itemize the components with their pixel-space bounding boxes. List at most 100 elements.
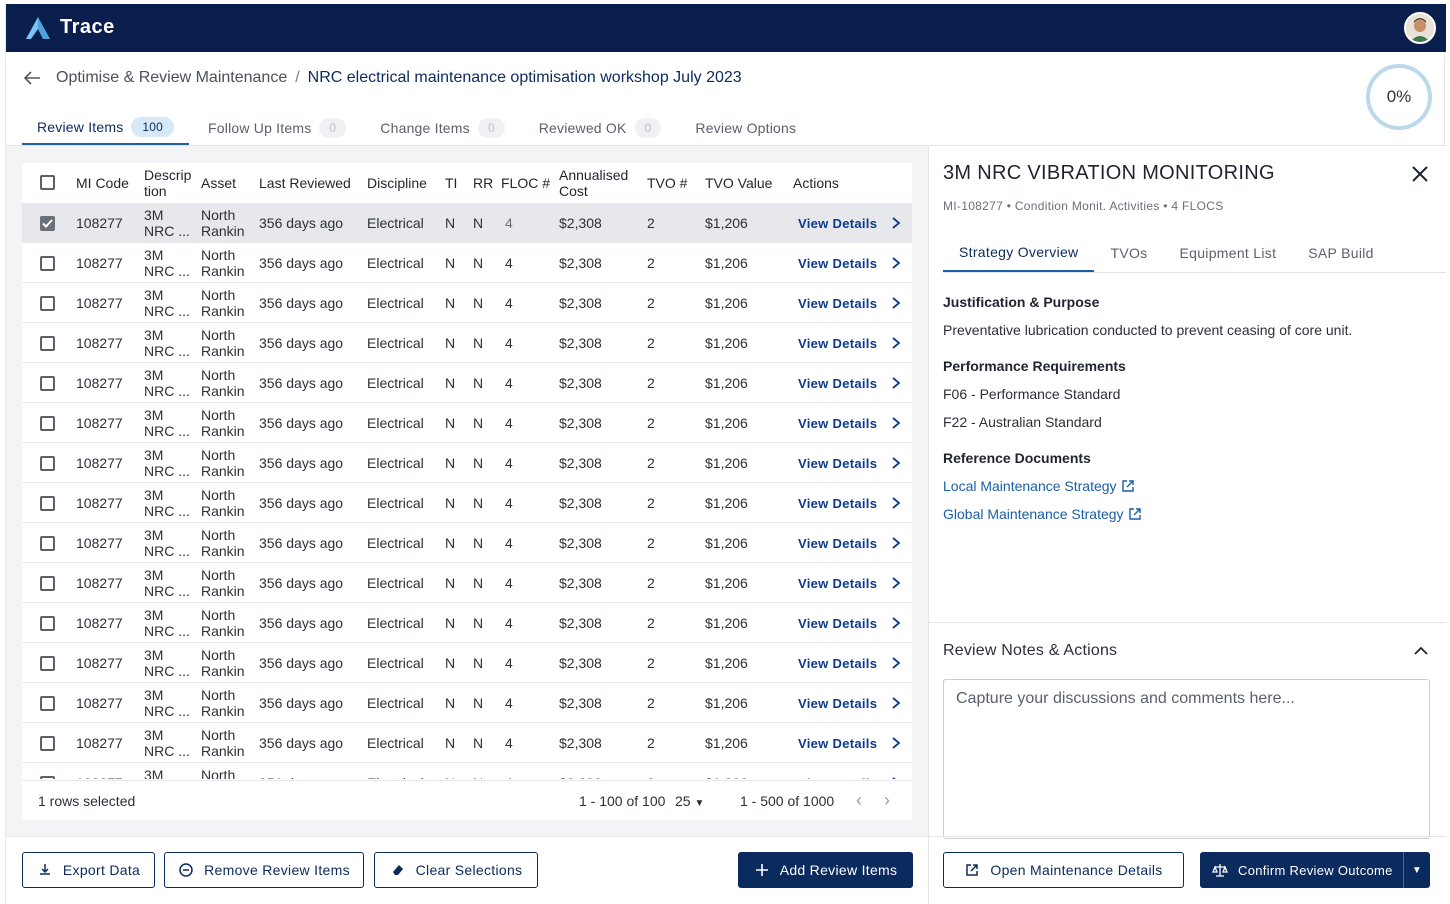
desc-line1: 3M [144, 447, 164, 463]
view-details-link[interactable]: View Details [798, 683, 901, 723]
row-checkbox[interactable] [40, 603, 55, 643]
view-details-link[interactable]: View Details [798, 723, 901, 763]
row-checkbox[interactable] [40, 483, 55, 523]
col-last-reviewed[interactable]: Last Reviewed [259, 175, 351, 191]
view-details-link[interactable]: View Details [798, 323, 901, 363]
review-items-table: MI Code Descrip tion Asset Last Reviewed… [22, 163, 912, 820]
cell-mi-code: 108277 [76, 495, 123, 511]
tab-strategy-overview[interactable]: Strategy Overview [943, 234, 1095, 272]
user-avatar[interactable] [1404, 12, 1436, 44]
col-asset[interactable]: Asset [201, 175, 236, 191]
col-ti[interactable]: TI [445, 175, 457, 191]
tab-review-options[interactable]: Review Options [680, 110, 811, 145]
table-row[interactable]: 108277 356 days ago Electrical N N 4 $2,308 2 $1… [22, 523, 912, 563]
view-details-link[interactable]: View Details [798, 403, 901, 443]
confirm-options-dropdown[interactable]: ▼ [1403, 852, 1430, 888]
local-strategy-link[interactable]: Local Maintenance Strategy [943, 478, 1135, 494]
tab-tvos[interactable]: TVOs [1094, 234, 1163, 272]
cell-cost: $2,308 [559, 655, 602, 671]
add-review-items-button[interactable]: Add Review Items [738, 852, 913, 888]
table-row[interactable]: 108277 356 days ago Electrical N N 4 $2,308 2 $1… [22, 443, 912, 483]
table-row[interactable]: 108277 356 days ago Electrical N N 4 $2,308 2 $1… [22, 283, 912, 323]
table-row[interactable]: 108277 356 days ago Electrical N N 4 $2,308 2 $1… [22, 603, 912, 643]
row-checkbox[interactable] [40, 363, 55, 403]
table-row[interactable]: 108277 356 days ago Electrical N N 4 $2,308 2 $1… [22, 323, 912, 363]
justification-heading: Justification & Purpose [943, 294, 1100, 310]
select-all-checkbox[interactable] [40, 175, 55, 190]
view-details-link[interactable]: View Details [798, 603, 901, 643]
tab-review-items[interactable]: Review Items 100 [22, 110, 190, 145]
view-details-link[interactable]: View Details [798, 283, 901, 323]
col-mi-code[interactable]: MI Code [76, 175, 129, 191]
rows-per-page-select[interactable]: 25 ▼ [675, 793, 704, 809]
confirm-review-outcome-button[interactable]: Confirm Review Outcome ▼ [1200, 852, 1430, 888]
app-logo[interactable]: Trace [26, 16, 115, 39]
next-page-icon[interactable]: › [884, 790, 890, 811]
table-row[interactable]: 108277 356 days ago Electrical N N 4 $2,308 2 $1… [22, 483, 912, 523]
row-checkbox[interactable] [40, 323, 55, 363]
view-details-link[interactable]: View Details [798, 203, 901, 243]
prev-page-icon[interactable]: ‹ [856, 790, 862, 811]
col-floc[interactable]: FLOC # [501, 175, 550, 191]
remove-review-items-button[interactable]: Remove Review Items [164, 852, 364, 888]
view-details-link[interactable]: View Details [798, 763, 901, 779]
export-data-button[interactable]: Export Data [22, 852, 155, 888]
asset-line2: Rankin [201, 583, 245, 599]
table-row[interactable]: 108277 356 days ago Electrical N N 4 $2,308 2 $1… [22, 243, 912, 283]
table-row[interactable]: 108277 356 days ago Electrical N N 4 $2,308 2 $1… [22, 723, 912, 763]
view-details-link[interactable]: View Details [798, 523, 901, 563]
table-row[interactable]: 108277 356 days ago Electrical N N 4 $2,308 2 $1… [22, 643, 912, 683]
row-checkbox[interactable] [40, 283, 55, 323]
page-range: 1 - 100 of 100 [579, 793, 666, 809]
breadcrumb-parent[interactable]: Optimise & Review Maintenance [56, 69, 287, 87]
table-row[interactable]: 108277 356 days ago Electrical N N 4 $2,308 2 $1… [22, 763, 912, 779]
breadcrumb-current: NRC electrical maintenance optimisation … [307, 69, 742, 86]
review-notes-input[interactable] [943, 679, 1430, 839]
view-details-link[interactable]: View Details [798, 443, 901, 483]
row-checkbox[interactable] [40, 563, 55, 603]
view-details-link[interactable]: View Details [798, 363, 901, 403]
cell-floc: 4 [505, 335, 513, 351]
col-rr[interactable]: RR [473, 175, 493, 191]
col-description[interactable]: Descrip tion [144, 167, 191, 199]
col-discipline[interactable]: Discipline [367, 175, 427, 191]
justification-text: Preventative lubrication conducted to pr… [943, 322, 1353, 338]
table-row[interactable]: 108277 356 days ago Electrical N N 4 $2,308 2 $1… [22, 683, 912, 723]
row-checkbox[interactable] [40, 243, 55, 283]
cell-cost: $2,308 [559, 535, 602, 551]
row-checkbox[interactable] [40, 763, 55, 779]
table-row[interactable]: 108277 356 days ago Electrical N N 4 $2,308 2 $1… [22, 563, 912, 603]
row-checkbox[interactable] [40, 443, 55, 483]
chevron-up-icon[interactable] [1412, 642, 1430, 660]
tab-change-items[interactable]: Change Items 0 [365, 110, 519, 145]
col-tvo-value[interactable]: TVO Value [705, 175, 772, 191]
detail-panel: 3M NRC VIBRATION MONITORING MI-108277 • … [929, 146, 1446, 904]
table-row[interactable]: 108277 356 days ago Electrical N N 4 $2,308 2 $1… [22, 203, 912, 243]
row-checkbox[interactable] [40, 643, 55, 683]
view-details-label: View Details [798, 415, 878, 431]
view-details-link[interactable]: View Details [798, 243, 901, 283]
tab-equipment-list[interactable]: Equipment List [1163, 234, 1292, 272]
table-row[interactable]: 108277 356 days ago Electrical N N 4 $2,308 2 $1… [22, 403, 912, 443]
row-checkbox[interactable] [40, 403, 55, 443]
view-details-link[interactable]: View Details [798, 563, 901, 603]
col-tvo-num[interactable]: TVO # [647, 175, 687, 191]
global-strategy-link[interactable]: Global Maintenance Strategy [943, 506, 1142, 522]
tab-sap-build[interactable]: SAP Build [1292, 234, 1389, 272]
back-arrow-icon[interactable] [22, 68, 42, 88]
open-maintenance-details-button[interactable]: Open Maintenance Details [943, 852, 1184, 888]
cell-asset: NorthRankin [201, 243, 245, 283]
row-checkbox[interactable] [40, 723, 55, 763]
row-checkbox[interactable] [40, 523, 55, 563]
cell-description: 3MNRC ... [144, 203, 190, 243]
tab-follow-up-items[interactable]: Follow Up Items 0 [193, 110, 361, 145]
col-annualised-cost[interactable]: Annualised Cost [559, 167, 628, 199]
close-icon[interactable] [1410, 164, 1430, 184]
table-row[interactable]: 108277 356 days ago Electrical N N 4 $2,308 2 $1… [22, 363, 912, 403]
tab-reviewed-ok[interactable]: Reviewed OK 0 [524, 110, 677, 145]
view-details-link[interactable]: View Details [798, 483, 901, 523]
clear-selections-button[interactable]: Clear Selections [374, 852, 538, 888]
view-details-link[interactable]: View Details [798, 643, 901, 683]
row-checkbox[interactable] [40, 203, 55, 243]
row-checkbox[interactable] [40, 683, 55, 723]
